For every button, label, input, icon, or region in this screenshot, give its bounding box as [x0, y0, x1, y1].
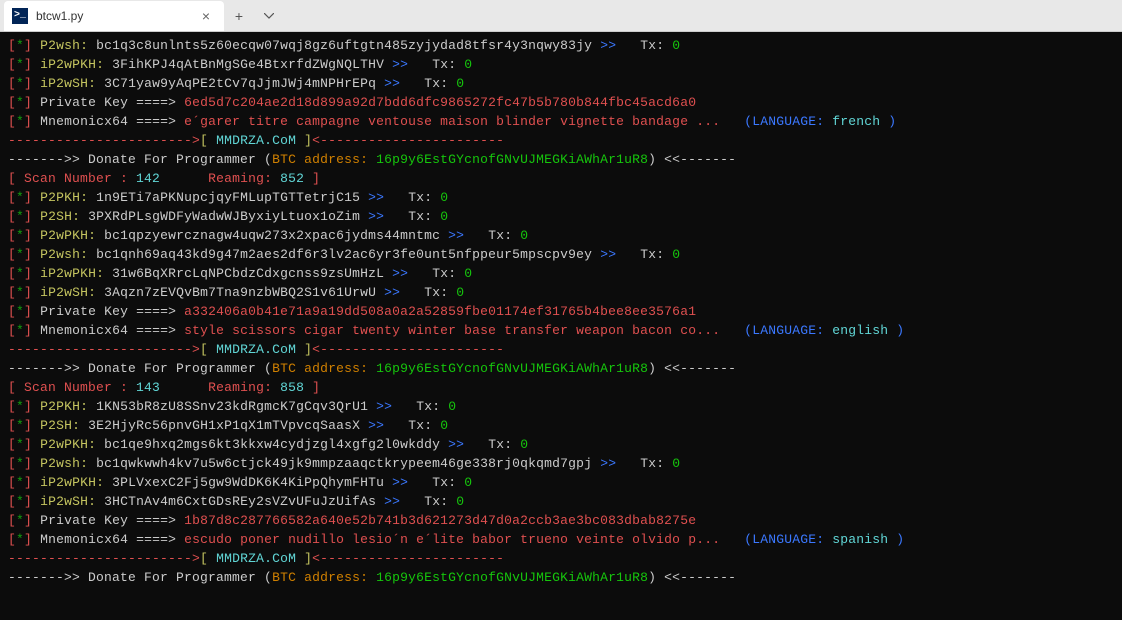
- terminal-line: [*] P2wPKH: bc1qpzyewrcznagw4uqw273x2xpa…: [8, 226, 1114, 245]
- terminal-output: [*] P2wsh: bc1q3c8unlnts5z60ecqw07wqj8gz…: [0, 32, 1122, 620]
- terminal-line: [*] iP2wPKH: 3PLVxexC2Fj5gw9WdDK6K4KiPpQ…: [8, 473, 1114, 492]
- terminal-line: ------->> Donate For Programmer (BTC add…: [8, 150, 1114, 169]
- terminal-line: [*] P2wsh: bc1qnh69aq43kd9g47m2aes2df6r3…: [8, 245, 1114, 264]
- terminal-line: ----------------------->[ MMDRZA.CoM ]<-…: [8, 549, 1114, 568]
- terminal-line: [ Scan Number : 143 Reaming: 858 ]: [8, 378, 1114, 397]
- active-tab[interactable]: >_ btcw1.py ×: [4, 1, 224, 31]
- terminal-line: [*] P2wsh: bc1qwkwwh4kv7u5w6ctjck49jk9mm…: [8, 454, 1114, 473]
- terminal-line: [*] Mnemonicx64 ====> e´garer titre camp…: [8, 112, 1114, 131]
- terminal-line: [*] P2SH: 3E2HjyRc56pnvGH1xP1qX1mTVpvcqS…: [8, 416, 1114, 435]
- terminal-line: [*] P2PKH: 1n9ETi7aPKNupcjqyFMLupTGTTetr…: [8, 188, 1114, 207]
- terminal-line: [*] iP2wSH: 3HCTnAv4m6CxtGDsREy2sVZvUFuJ…: [8, 492, 1114, 511]
- terminal-line: [ Scan Number : 142 Reaming: 852 ]: [8, 169, 1114, 188]
- titlebar: >_ btcw1.py × +: [0, 0, 1122, 32]
- terminal-line: [*] iP2wSH: 3C71yaw9yAqPE2tCv7qJjmJWj4mN…: [8, 74, 1114, 93]
- terminal-line: [*] P2wsh: bc1q3c8unlnts5z60ecqw07wqj8gz…: [8, 36, 1114, 55]
- terminal-line: ------->> Donate For Programmer (BTC add…: [8, 568, 1114, 587]
- terminal-line: [*] Private Key ====> 6ed5d7c204ae2d18d8…: [8, 93, 1114, 112]
- terminal-line: [*] iP2wPKH: 3FihKPJ4qAtBnMgSGe4BtxrfdZW…: [8, 55, 1114, 74]
- terminal-line: [*] Mnemonicx64 ====> style scissors cig…: [8, 321, 1114, 340]
- powershell-icon: >_: [12, 8, 28, 24]
- new-tab-button[interactable]: +: [224, 1, 254, 31]
- terminal-line: [*] P2PKH: 1KN53bR8zU8SSnv23kdRgmcK7gCqv…: [8, 397, 1114, 416]
- tab-dropdown-button[interactable]: [254, 1, 284, 31]
- terminal-window: >_ btcw1.py × + [*] P2wsh: bc1q3c8unlnts…: [0, 0, 1122, 620]
- tab-title: btcw1.py: [36, 9, 198, 23]
- terminal-line: [*] Mnemonicx64 ====> escudo poner nudil…: [8, 530, 1114, 549]
- terminal-line: [*] Private Key ====> a332406a0b41e71a9a…: [8, 302, 1114, 321]
- close-icon[interactable]: ×: [198, 8, 214, 24]
- terminal-line: [*] Private Key ====> 1b87d8c287766582a6…: [8, 511, 1114, 530]
- terminal-line: ----------------------->[ MMDRZA.CoM ]<-…: [8, 131, 1114, 150]
- terminal-line: [*] P2SH: 3PXRdPLsgWDFyWadwWJByxiyLtuox1…: [8, 207, 1114, 226]
- terminal-line: [*] P2wPKH: bc1qe9hxq2mgs6kt3kkxw4cydjzg…: [8, 435, 1114, 454]
- terminal-line: [*] iP2wSH: 3Aqzn7zEVQvBm7Tna9nzbWBQ2S1v…: [8, 283, 1114, 302]
- terminal-line: [*] iP2wPKH: 31w6BqXRrcLqNPCbdzCdxgcnss9…: [8, 264, 1114, 283]
- terminal-line: ------->> Donate For Programmer (BTC add…: [8, 359, 1114, 378]
- terminal-line: ----------------------->[ MMDRZA.CoM ]<-…: [8, 340, 1114, 359]
